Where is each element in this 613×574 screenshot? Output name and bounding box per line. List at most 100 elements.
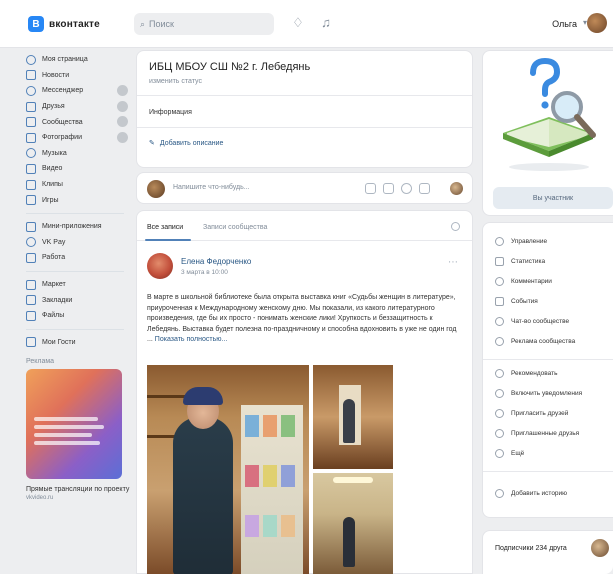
menu-item-notifications[interactable]: Включить уведомления	[495, 389, 582, 398]
sidebar-item-communities[interactable]: Сообщества	[26, 114, 132, 130]
more-icon[interactable]	[419, 183, 430, 194]
sidebar-item-market[interactable]: Маркет	[26, 277, 132, 293]
sidebar-item-label: Мои Гости	[42, 338, 76, 346]
compose-input[interactable]: Напишите что-нибудь...	[173, 184, 250, 191]
photo-icon	[26, 132, 36, 143]
menu-item-label: Статистика	[511, 258, 546, 265]
menu-item-label: Реклама сообщества	[511, 338, 576, 345]
menu-item-chat[interactable]: Чат-во сообществе	[495, 317, 569, 326]
search-icon[interactable]	[451, 222, 460, 231]
sidebar-item-clips[interactable]: Клипы	[26, 177, 132, 193]
menu-item-recommend[interactable]: Рекомендовать	[495, 369, 558, 378]
chat-icon	[26, 85, 36, 96]
post-photo[interactable]	[147, 365, 309, 574]
group-status[interactable]: изменить статус	[149, 78, 202, 85]
wall-feed: Все записи Записи сообщества Елена Федор…	[136, 210, 473, 574]
counter-badge	[117, 85, 128, 97]
menu-item-invite[interactable]: Пригласить друзей	[495, 409, 568, 418]
sidebar-item-guests[interactable]: Мои Гости	[26, 335, 132, 351]
menu-item-label: Комментарии	[511, 278, 552, 285]
post-photo[interactable]	[313, 473, 393, 574]
tab-all-posts[interactable]: Все записи	[147, 224, 183, 231]
sidebar-item-photos[interactable]: Фотографии	[26, 130, 132, 146]
gear-icon	[495, 237, 504, 246]
search-box[interactable]: ⌕	[134, 13, 274, 35]
author-switch-avatar[interactable]	[450, 182, 463, 195]
add-description-link[interactable]: ✎ Добавить описание	[149, 139, 223, 148]
promo-line	[34, 425, 104, 430]
group-header-card: ИБЦ МБОУ СШ №2 г. Лебедянь изменить стат…	[136, 50, 473, 168]
menu-item-label: Приглашенные друзья	[511, 430, 580, 437]
sidebar-item-music[interactable]: Музыка	[26, 146, 132, 162]
compose-box[interactable]: Напишите что-нибудь...	[136, 172, 473, 204]
book	[263, 415, 277, 437]
sidebar-item-label: Фотографии	[42, 134, 83, 142]
sidebar-item-work[interactable]: Работа	[26, 250, 132, 266]
page-title: ИБЦ МБОУ СШ №2 г. Лебедянь	[149, 61, 311, 73]
menu-item-comments[interactable]: Комментарии	[495, 277, 552, 286]
person	[343, 517, 355, 567]
post-text: В марте в школьной библиотеке была откры…	[147, 293, 463, 346]
post-date[interactable]: 3 марта в 10:00	[181, 269, 228, 276]
book	[281, 515, 295, 537]
avatar[interactable]	[147, 253, 173, 279]
book	[263, 465, 277, 487]
post-author[interactable]: Елена Федорченко	[181, 257, 251, 266]
news-icon	[26, 70, 36, 81]
sidebar-item-video[interactable]: Видео	[26, 161, 132, 177]
promo-section-title: Реклама	[26, 358, 55, 366]
vk-logo[interactable]: В вконтакте	[28, 16, 100, 32]
avatar[interactable]	[587, 13, 607, 33]
sidebar-item-mini-apps[interactable]: Мини-приложения	[26, 219, 132, 235]
menu-item-label: Рекомендовать	[511, 370, 558, 377]
more-icon[interactable]: ⋯	[448, 257, 458, 268]
menu-item-ads[interactable]: Реклама сообщества	[495, 337, 575, 346]
video-icon[interactable]	[383, 183, 394, 194]
user-name[interactable]: Ольга	[552, 19, 577, 29]
sidebar-item-label: Музыка	[42, 149, 67, 157]
music-icon[interactable]: ♫	[318, 15, 334, 31]
menu-item-events[interactable]: События	[495, 297, 538, 306]
more-icon	[495, 449, 504, 458]
book	[281, 415, 295, 437]
wallet-icon	[26, 237, 36, 248]
photo-icon[interactable]	[365, 183, 376, 194]
menu-item-more[interactable]: Ещё	[495, 449, 524, 458]
promo-line	[34, 441, 100, 446]
followers-card[interactable]: Подписчики 234 друга	[482, 530, 613, 574]
add-story-button[interactable]: Добавить историю	[495, 489, 567, 498]
music-icon[interactable]	[401, 183, 412, 194]
sidebar-item-vkpay[interactable]: VK Pay	[26, 235, 132, 251]
tab-community-posts[interactable]: Записи сообщества	[203, 224, 267, 231]
hat	[183, 387, 223, 405]
sidebar-item-my-page[interactable]: Моя страница	[26, 52, 132, 68]
wall-tabs: Все записи Записи сообщества	[137, 211, 472, 241]
sidebar-item-friends[interactable]: Друзья	[26, 99, 132, 115]
video-icon	[26, 163, 36, 174]
book	[263, 515, 277, 537]
sidebar-item-news[interactable]: Новости	[26, 68, 132, 84]
user-icon	[26, 54, 36, 65]
bell-icon[interactable]: ♢	[290, 15, 306, 31]
sidebar-item-label: Сообщества	[42, 118, 83, 126]
menu-item-invited[interactable]: Приглашенные друзья	[495, 429, 579, 438]
sidebar-item-files[interactable]: Файлы	[26, 308, 132, 324]
membership-button[interactable]: Вы участник	[493, 187, 613, 209]
menu-item-manage[interactable]: Управление	[495, 237, 547, 246]
vk-logo-icon: В	[28, 16, 44, 32]
divider	[26, 212, 124, 214]
sidebar-item-messenger[interactable]: Мессенджер	[26, 83, 132, 99]
promo-caption[interactable]: Прямые трансляции по проекту	[26, 485, 132, 494]
sidebar-item-label: Мини-приложения	[42, 223, 102, 231]
show-more-link[interactable]: Показать полностью...	[155, 336, 228, 343]
sidebar-item-games[interactable]: Игры	[26, 192, 132, 208]
search-input[interactable]	[149, 19, 260, 29]
book	[245, 515, 259, 537]
menu-item-stats[interactable]: Статистика	[495, 257, 545, 266]
book	[245, 465, 259, 487]
sidebar-item-bookmarks[interactable]: Закладки	[26, 292, 132, 308]
info-label[interactable]: Информация	[149, 109, 192, 116]
post-photo[interactable]	[313, 365, 393, 469]
promo-banner[interactable]	[26, 369, 122, 480]
music-icon	[26, 148, 36, 159]
